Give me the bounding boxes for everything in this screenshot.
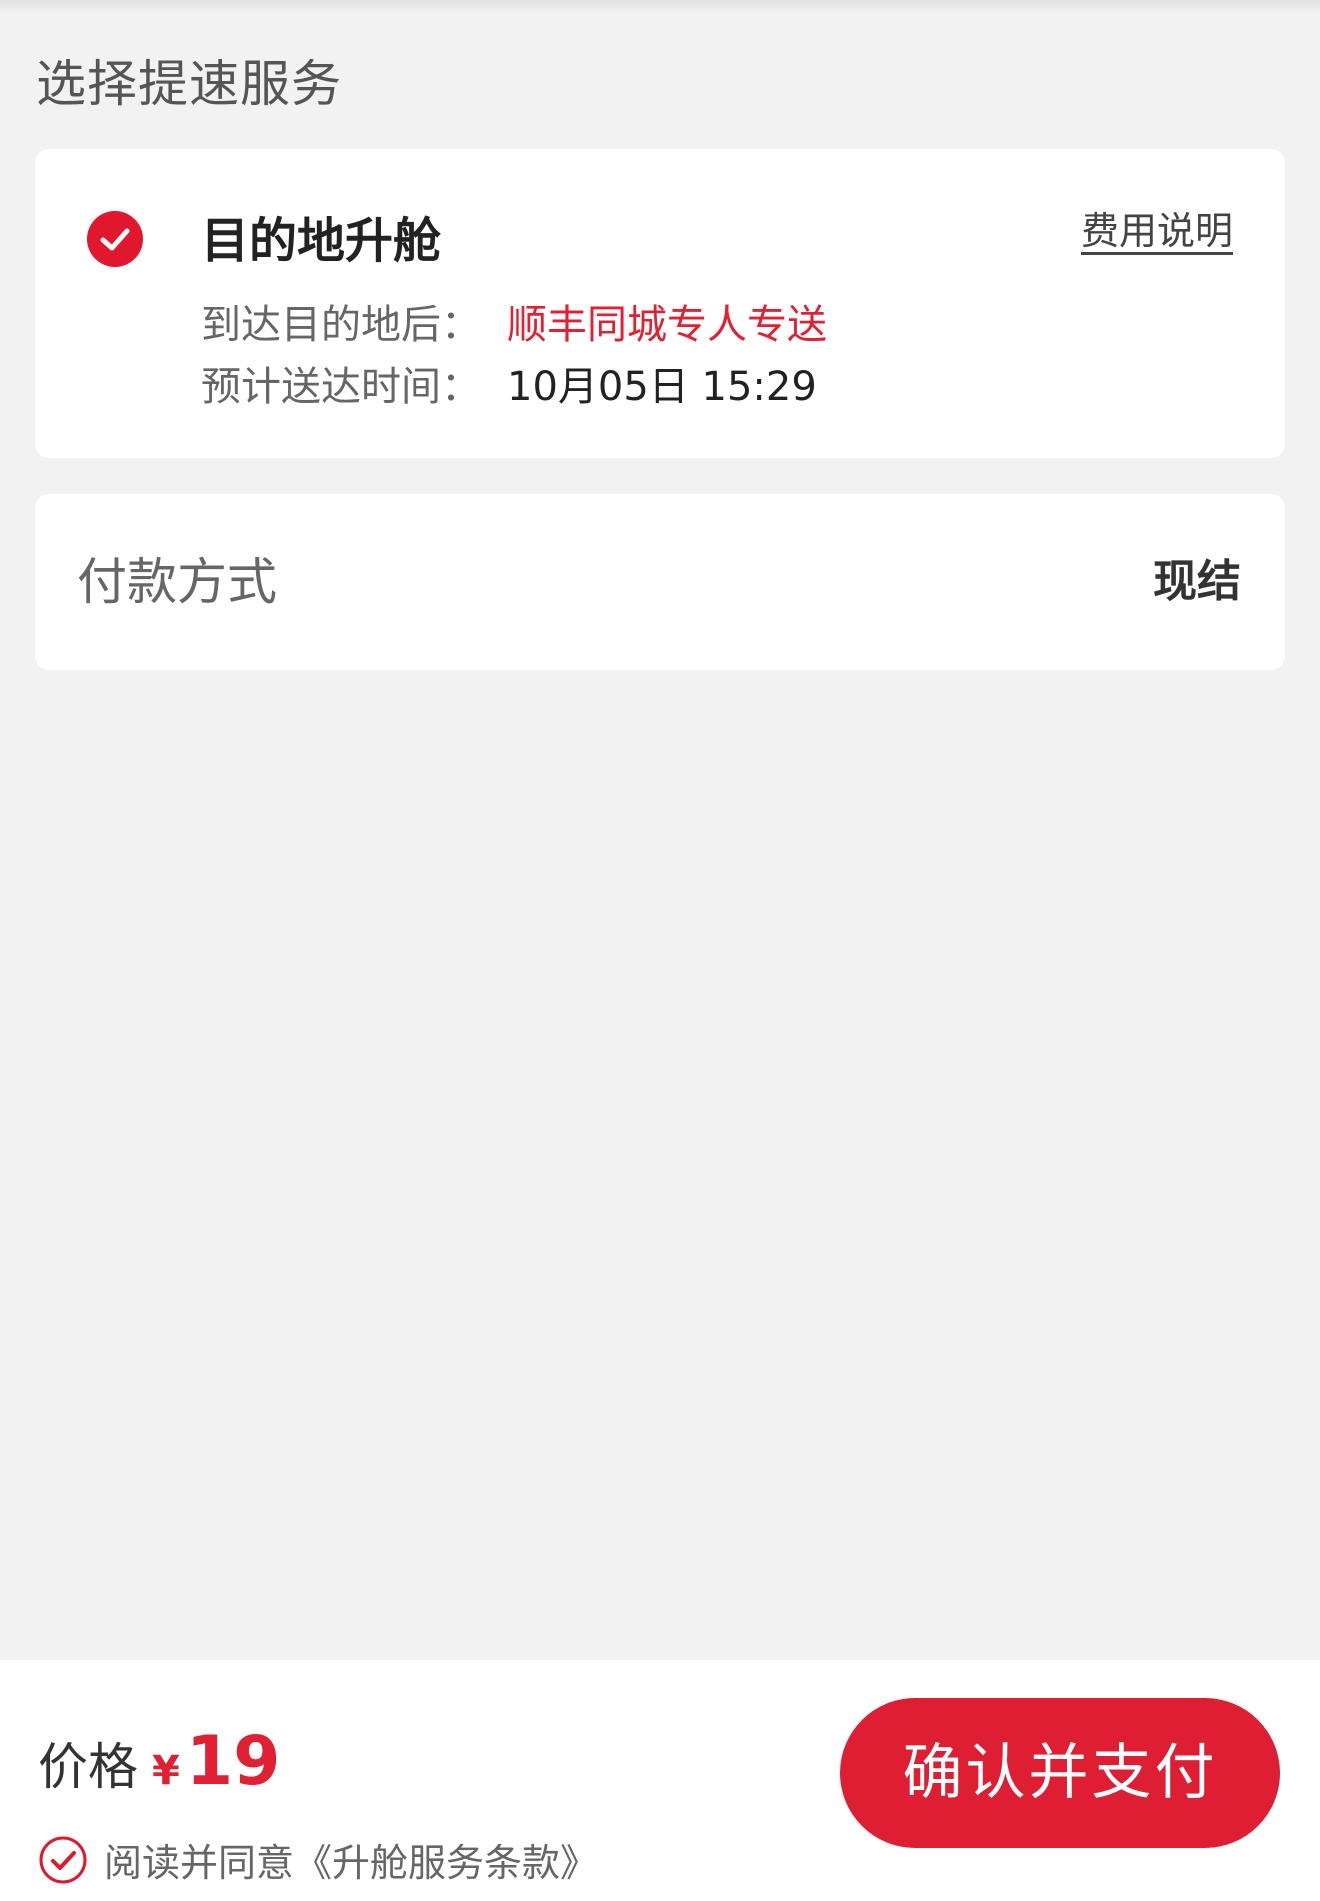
confirm-and-pay-button[interactable]: 确认并支付 bbox=[840, 1698, 1280, 1848]
delivery-value: 顺丰同城专人专送 bbox=[507, 302, 827, 348]
eta-value: 10月05日 15:29 bbox=[507, 364, 817, 410]
currency-symbol: ¥ bbox=[152, 1748, 180, 1794]
price-row: 价格 ¥19 bbox=[38, 1722, 280, 1812]
service-name: 目的地升舱 bbox=[201, 213, 442, 269]
payment-method-value: 现结 bbox=[1153, 556, 1241, 607]
price-amount: 19 bbox=[185, 1722, 281, 1801]
agreement-text[interactable]: 阅读并同意《升舱服务条款》 bbox=[104, 1841, 598, 1885]
agree-checkbox-icon[interactable] bbox=[38, 1835, 88, 1885]
section-title: 选择提速服务 bbox=[36, 55, 342, 113]
top-shadow bbox=[0, 0, 1320, 14]
eta-label: 预计送达时间： bbox=[201, 364, 481, 410]
price-label: 价格 bbox=[38, 1738, 138, 1796]
fee-explanation-link[interactable]: 费用说明 bbox=[1081, 205, 1233, 257]
eta-row: 预计送达时间： 10月05日 15:29 bbox=[201, 361, 817, 413]
payment-method-card[interactable]: 付款方式 现结 bbox=[35, 494, 1285, 670]
bottom-bar: 价格 ¥19 阅读并同意《升舱服务条款》 确认并支付 bbox=[0, 1660, 1320, 1901]
agreement-row[interactable]: 阅读并同意《升舱服务条款》 bbox=[38, 1832, 598, 1888]
payment-method-label: 付款方式 bbox=[77, 553, 277, 611]
delivery-row: 到达目的地后： 顺丰同城专人专送 bbox=[201, 299, 827, 351]
service-card[interactable]: 目的地升舱 费用说明 到达目的地后： 顺丰同城专人专送 预计送达时间： 10月05日… bbox=[35, 149, 1285, 458]
check-circle-icon[interactable] bbox=[87, 211, 143, 267]
delivery-label: 到达目的地后： bbox=[201, 302, 481, 348]
